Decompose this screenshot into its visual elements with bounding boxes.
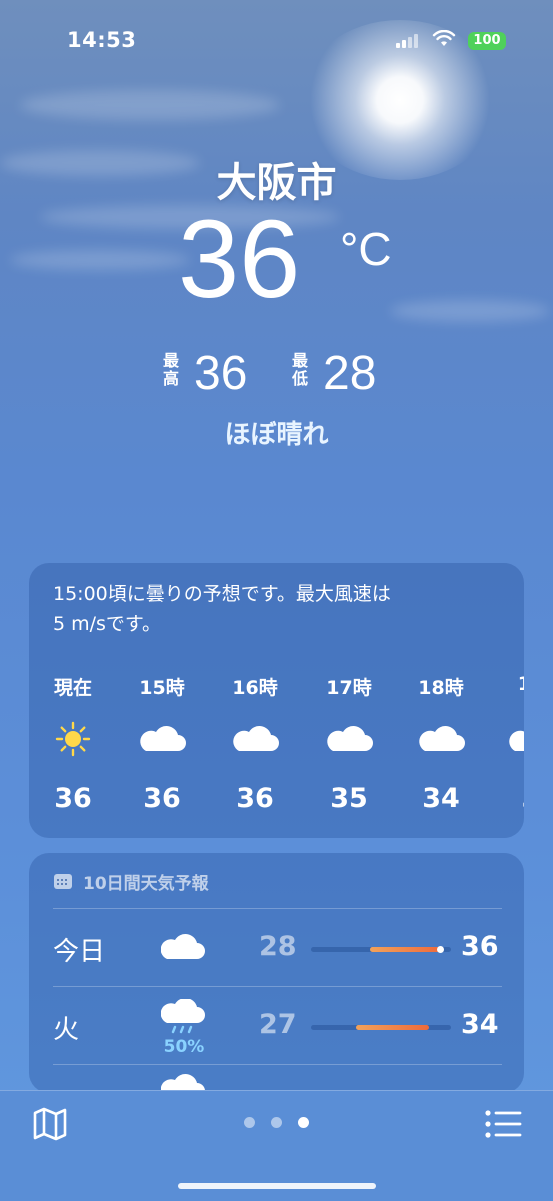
ten-day-title: 10日間天気予報 [83, 874, 209, 894]
hour-temp: 36 [236, 783, 274, 814]
low-temperature: 28 [323, 347, 377, 400]
cloud-icon [419, 726, 465, 751]
calendar-icon [54, 874, 72, 889]
precipitation-chance: 50% [163, 1037, 205, 1057]
hour-label: 15時 [139, 677, 185, 699]
hour-label: 16時 [232, 677, 278, 699]
divider [53, 1064, 502, 1065]
summary-line: 5 m/sです。 [53, 613, 162, 635]
hour-temp: 34 [422, 783, 460, 814]
divider [53, 986, 502, 987]
map-icon[interactable] [32, 1107, 68, 1141]
hourly-list[interactable]: 現在 36 15時 36 16時 36 17時 35 18時 34 [29, 673, 524, 814]
hour-temp: 3 [491, 783, 524, 814]
day-low-temp: 27 [259, 1009, 297, 1040]
temperature-unit: °C [340, 223, 392, 275]
current-temp-dot [437, 946, 445, 953]
sun-icon [55, 721, 91, 757]
page-dot[interactable] [271, 1117, 282, 1128]
current-temperature: 36 [178, 198, 301, 321]
cloud-icon [509, 730, 524, 751]
hour-temp: 36 [54, 783, 92, 814]
list-icon[interactable] [484, 1109, 522, 1139]
high-temperature: 36 [194, 347, 248, 400]
hour-label: 現在 [53, 677, 92, 699]
hourly-summary: 15:00頃に曇りの予想です。最大風速は 5 m/sです。 [53, 579, 493, 639]
status-bar: 14:53 100 [0, 28, 553, 58]
sky-cloud [20, 90, 280, 120]
page-dot[interactable] [244, 1117, 255, 1128]
divider [53, 908, 502, 909]
cloud-icon [327, 726, 373, 751]
bottom-toolbar [0, 1090, 553, 1201]
temperature-range-fill [355, 1025, 429, 1030]
hour-label: 18時 [418, 677, 464, 699]
home-indicator [178, 1183, 376, 1189]
day-high-temp: 34 [461, 1009, 499, 1040]
cloud-rain-icon [161, 999, 205, 1034]
forecast-day-row[interactable]: 今日 28 36 [29, 913, 524, 983]
day-high-temp: 36 [461, 931, 499, 962]
day-name: 今日 [53, 937, 106, 967]
page-dot-active[interactable] [298, 1117, 309, 1128]
low-label: 最低 [292, 351, 309, 388]
day-name: 火 [53, 1015, 80, 1045]
wifi-icon [432, 30, 456, 46]
temperature-range-bar [311, 946, 451, 953]
cloud-icon [140, 726, 186, 751]
hour-label: 19 [491, 673, 524, 695]
temperature-range-fill [369, 947, 442, 952]
cloud-icon [161, 934, 205, 959]
status-time: 14:53 [67, 28, 137, 52]
cloud-icon [233, 726, 279, 751]
summary-line: 15:00頃に曇りの予想です。最大風速は [53, 583, 391, 605]
condition-text: ほぼ晴れ [224, 420, 329, 450]
high-label: 最高 [163, 351, 180, 388]
battery-indicator: 100 [468, 32, 506, 50]
cellular-signal-icon [396, 34, 420, 48]
forecast-day-row[interactable]: 火 50% 27 34 [29, 991, 524, 1061]
day-low-temp: 28 [259, 931, 297, 962]
hourly-forecast-card[interactable]: 15:00頃に曇りの予想です。最大風速は 5 m/sです。 現在 36 15時 [29, 563, 524, 838]
high-low: 最高 36 最低 28 [0, 348, 553, 408]
page-indicator[interactable] [244, 1117, 314, 1129]
ten-day-forecast-card[interactable]: 10日間天気予報 今日 28 36 火 50% 27 34 [29, 853, 524, 1093]
hour-temp: 36 [143, 783, 181, 814]
hour-label: 17時 [326, 677, 372, 699]
sky-cloud [390, 300, 550, 322]
temperature-range-bar [311, 1025, 451, 1030]
sky-cloud [10, 250, 190, 270]
hour-temp: 35 [330, 783, 368, 814]
